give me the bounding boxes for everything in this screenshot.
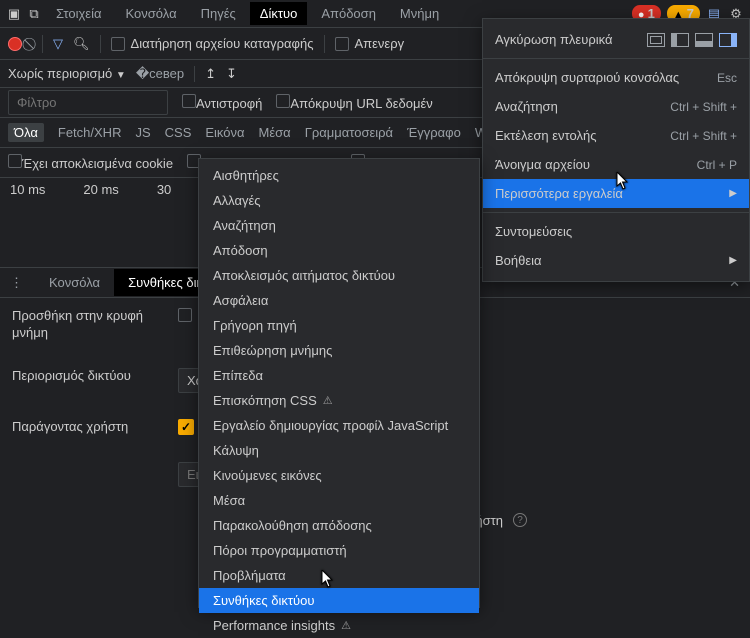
filter-doc[interactable]: Έγγραφο xyxy=(407,125,461,140)
hide-data-urls-checkbox[interactable]: Απόκρυψη URL δεδομέν xyxy=(276,94,432,111)
more-tools-item[interactable]: Εργαλείο δημιουργίας προφίλ JavaScript xyxy=(199,413,479,438)
more-tools-item[interactable]: Επιθεώρηση μνήμης xyxy=(199,338,479,363)
menu-shortcuts[interactable]: Συντομεύσεις xyxy=(483,217,749,246)
tab-network[interactable]: Δίκτυο xyxy=(250,2,308,25)
menu-search[interactable]: ΑναζήτησηCtrl + Shift + xyxy=(483,92,749,121)
invert-checkbox[interactable]: Αντιστροφή xyxy=(182,94,262,111)
blocked-cookies-checkbox[interactable]: Έχει αποκλεισμένα cookie xyxy=(8,154,173,171)
throttle-label: Περιορισμός δικτύου xyxy=(12,368,162,385)
menu-more-tools[interactable]: Περισσότερα εργαλεία▶ xyxy=(483,179,749,208)
wifi-icon[interactable]: �север xyxy=(136,66,184,82)
more-tools-item[interactable]: Ασφάλεια xyxy=(199,288,479,313)
tab-sources[interactable]: Πηγές xyxy=(191,2,246,25)
more-tools-item[interactable]: Προβλήματα xyxy=(199,563,479,588)
more-tools-item[interactable]: Επισκόπηση CSS⚠ xyxy=(199,388,479,413)
filter-icon[interactable]: ▽ xyxy=(53,36,63,52)
user-agent-default-checkbox[interactable] xyxy=(178,419,194,435)
preserve-log-checkbox[interactable]: Διατήρηση αρχείου καταγραφής xyxy=(111,36,314,51)
more-tools-item[interactable]: Γρήγορη πηγή xyxy=(199,313,479,338)
help-icon[interactable]: ? xyxy=(513,513,527,527)
disable-cache-checkbox[interactable]: Απενεργ xyxy=(335,36,405,51)
menu-help[interactable]: Βοήθεια▶ xyxy=(483,246,749,275)
dock-left-icon[interactable] xyxy=(671,33,689,47)
filter-media[interactable]: Μέσα xyxy=(259,125,291,140)
filter-fetch[interactable]: Fetch/XHR xyxy=(58,125,122,140)
more-tools-item[interactable]: Πόροι προγραμματιστή xyxy=(199,538,479,563)
chevron-right-icon: ▶ xyxy=(729,255,737,266)
more-tools-item[interactable]: Αλλαγές xyxy=(199,188,479,213)
cache-label: Προσθήκη στην κρυφή μνήμη xyxy=(12,308,162,342)
record-button[interactable] xyxy=(8,37,22,51)
filter-input[interactable] xyxy=(8,90,168,115)
more-tools-item[interactable]: Αποκλεισμός αιτήματος δικτύου xyxy=(199,263,479,288)
throttle-select[interactable]: Χωρίς περιορισμό ▼ xyxy=(8,66,126,81)
filter-font[interactable]: Γραμματοσειρά xyxy=(305,125,393,140)
filter-all[interactable]: Όλα xyxy=(8,123,44,142)
tab-memory[interactable]: Μνήμη xyxy=(390,2,449,25)
deprecated-icon: ⚠ xyxy=(341,619,351,632)
more-tools-item[interactable]: Performance insights⚠ xyxy=(199,613,479,638)
dock-bottom-icon[interactable] xyxy=(695,33,713,47)
dock-right-icon[interactable] xyxy=(719,33,737,47)
more-tools-item[interactable]: Παρακολούθηση απόδοσης xyxy=(199,513,479,538)
filter-img[interactable]: Εικόνα xyxy=(205,125,244,140)
more-tools-item[interactable]: Επίπεδα xyxy=(199,363,479,388)
download-icon[interactable]: ↧ xyxy=(226,66,237,82)
dock-undock-icon[interactable] xyxy=(647,33,665,47)
main-menu: Αγκύρωση πλευρικά Απόκρυψη συρταριού κον… xyxy=(482,18,750,282)
tick: 20 ms xyxy=(83,182,118,197)
more-tools-item[interactable]: Κάλυψη xyxy=(199,438,479,463)
tick: 10 ms xyxy=(10,182,45,197)
more-tools-item[interactable]: Αναζήτηση xyxy=(199,213,479,238)
tab-performance[interactable]: Απόδοση xyxy=(311,2,386,25)
more-tools-submenu: ΑισθητήρεςΑλλαγέςΑναζήτησηΑπόδοσηΑποκλει… xyxy=(198,158,480,608)
tick: 30 xyxy=(157,182,171,197)
more-tools-item[interactable]: Συνθήκες δικτύου xyxy=(199,588,479,613)
more-tools-item[interactable]: Απόδοση xyxy=(199,238,479,263)
menu-open-file[interactable]: Άνοιγμα αρχείουCtrl + P xyxy=(483,150,749,179)
drawer-tab-console[interactable]: Κονσόλα xyxy=(35,269,114,296)
tab-elements[interactable]: Στοιχεία xyxy=(46,2,112,25)
cache-checkbox[interactable] xyxy=(178,308,192,322)
search-icon[interactable]: 🔍︎ xyxy=(73,36,90,52)
more-tools-item[interactable]: Αισθητήρες xyxy=(199,163,479,188)
filter-js[interactable]: JS xyxy=(135,125,150,140)
menu-run-command[interactable]: Εκτέλεση εντολήςCtrl + Shift + xyxy=(483,121,749,150)
more-tools-item[interactable]: Μέσα xyxy=(199,488,479,513)
tab-console[interactable]: Κονσόλα xyxy=(116,2,187,25)
upload-icon[interactable]: ↥ xyxy=(205,66,216,82)
device-icon[interactable]: ⧉ xyxy=(26,6,42,22)
drawer-more-icon[interactable]: ⋮ xyxy=(0,275,35,291)
deprecated-icon: ⚠ xyxy=(323,394,333,407)
more-tools-item[interactable]: Κινούμενες εικόνες xyxy=(199,463,479,488)
filter-css[interactable]: CSS xyxy=(165,125,192,140)
chevron-right-icon: ▶ xyxy=(729,188,737,199)
inspect-icon[interactable]: ▣ xyxy=(6,6,22,22)
dock-side-label: Αγκύρωση πλευρικά xyxy=(495,32,612,47)
menu-hide-drawer[interactable]: Απόκρυψη συρταριού κονσόλαςEsc xyxy=(483,63,749,92)
user-agent-label: Παράγοντας χρήστη xyxy=(12,419,162,436)
